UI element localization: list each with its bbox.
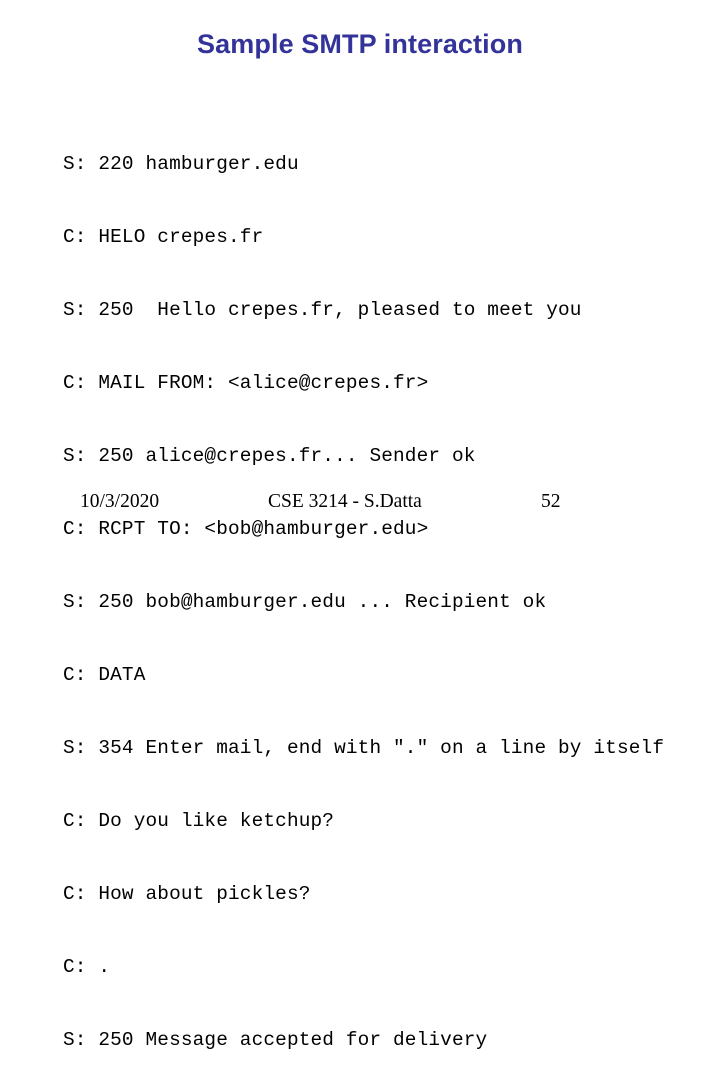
transcript-line: C: MAIL FROM: <alice@crepes.fr> xyxy=(63,371,429,394)
footer-date: 10/3/2020 xyxy=(80,491,160,512)
transcript-line: C: How about pickles? xyxy=(63,883,311,905)
footer-page-number: 52 xyxy=(541,491,561,512)
transcript-line: C: HELO crepes.fr xyxy=(63,225,264,248)
transcript-line: C: . xyxy=(63,956,111,979)
slide-footer: 10/3/2020 CSE 3214 - S.Datta 52 xyxy=(0,484,720,540)
slide: Sample SMTP interaction S: 220 hamburger… xyxy=(0,0,720,1051)
transcript-line: S: 220 hamburger.edu xyxy=(63,152,299,175)
transcript-line: S: 250 alice@crepes.fr... Sender ok xyxy=(63,444,476,467)
smtp-transcript: S: 220 hamburger.edu C: HELO crepes.fr S… xyxy=(63,103,664,1080)
transcript-line: S: 250 bob@hamburger.edu ... Recipient o… xyxy=(63,590,547,613)
footer-course-label: CSE 3214 - S.Datta xyxy=(268,491,422,512)
transcript-line: S: 250 Hello crepes.fr, pleased to meet … xyxy=(63,298,582,321)
transcript-line: S: 354 Enter mail, end with "." on a lin… xyxy=(63,736,665,759)
page-title: Sample SMTP interaction xyxy=(197,29,523,59)
transcript-line: C: DATA xyxy=(63,663,146,686)
transcript-line: C: Do you like ketchup? xyxy=(63,809,335,832)
transcript-line: S: 250 Message accepted for delivery xyxy=(63,1029,488,1052)
